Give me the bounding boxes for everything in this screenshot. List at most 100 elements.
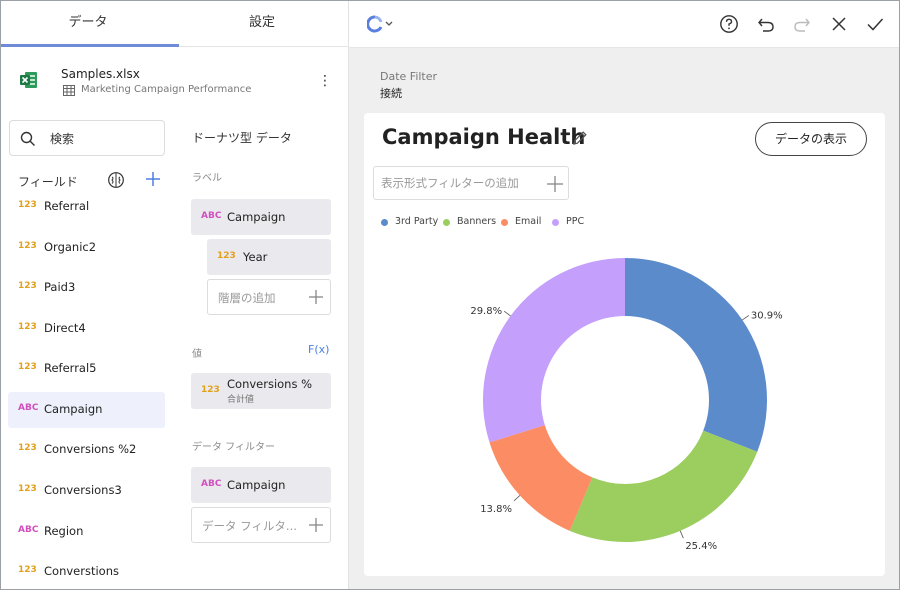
check-icon[interactable] <box>865 14 885 34</box>
label-chip-year[interactable]: 123 Year <box>207 239 331 275</box>
value-section-heading: 値 <box>192 349 202 360</box>
filter-chip-campaign[interactable]: ABC Campaign <box>191 467 331 503</box>
formula-button[interactable]: F(x) <box>308 343 329 356</box>
search-icon <box>20 131 35 146</box>
search-label: 検索 <box>50 132 75 146</box>
field-item-conversions3[interactable]: 123 Conversions3 <box>8 473 165 509</box>
add-data-filter-button[interactable]: データ フィルタ... <box>191 507 331 543</box>
label-chip-campaign[interactable]: ABC Campaign <box>191 199 331 235</box>
close-icon[interactable] <box>829 14 849 34</box>
aggregation-label: 合計値 <box>227 395 255 405</box>
add-field-icon[interactable] <box>144 170 162 188</box>
text-type-icon: ABC <box>201 211 222 221</box>
add-hierarchy-button[interactable]: 階層の追加 <box>207 279 331 315</box>
search-input[interactable]: 検索 <box>9 120 165 156</box>
legend-swatch <box>501 219 508 226</box>
excel-icon <box>20 72 37 88</box>
slice-leader-line <box>679 530 684 539</box>
add-visual-filter-label: 表示形式フィルターの追加 <box>381 176 519 190</box>
more-options-icon[interactable]: ⋮ <box>317 72 333 90</box>
donut-slice-3rd-party[interactable] <box>625 258 767 452</box>
field-item-campaign[interactable]: ABC Campaign <box>8 392 165 428</box>
field-label: Direct4 <box>44 321 86 335</box>
field-item-region[interactable]: ABC Region <box>8 514 165 550</box>
field-label: Region <box>44 524 84 538</box>
app-window: データ 設定 Samples.xlsx Marketing Campaign P… <box>0 0 900 590</box>
brain-icon[interactable] <box>107 171 125 189</box>
legend-label: Email <box>515 216 542 227</box>
data-source-header: Samples.xlsx Marketing Campaign Performa… <box>1 48 349 110</box>
field-item-direct4[interactable]: 123 Direct4 <box>8 311 165 347</box>
field-label: Conversions %2 <box>44 442 137 456</box>
number-type-icon: 123 <box>18 362 37 372</box>
add-filter-label: データ フィルタ... <box>202 519 297 533</box>
show-data-button[interactable]: データの表示 <box>755 122 867 156</box>
field-item-converstions[interactable]: 123 Converstions <box>8 554 165 589</box>
edit-title-icon[interactable] <box>571 129 589 147</box>
field-label: Paid3 <box>44 280 76 294</box>
slice-data-label: 25.4% <box>685 541 717 552</box>
panel-tabs: データ 設定 <box>1 1 349 47</box>
field-label: Organic2 <box>44 240 97 254</box>
legend-label: PPC <box>566 216 585 227</box>
field-item-referral5[interactable]: 123 Referral5 <box>8 351 165 387</box>
legend-swatch <box>381 219 388 226</box>
slice-leader-line <box>513 495 521 502</box>
visualization-title[interactable]: Campaign Health <box>382 125 585 149</box>
slice-data-label: 30.9% <box>751 310 783 321</box>
add-hierarchy-label: 階層の追加 <box>218 291 276 305</box>
chip-label: Campaign <box>227 478 286 492</box>
slice-leader-line <box>503 310 511 317</box>
slice-data-label: 13.8% <box>480 504 512 515</box>
undo-icon[interactable] <box>756 14 776 34</box>
field-label: Conversions3 <box>44 483 122 497</box>
plus-icon <box>309 290 323 304</box>
number-type-icon: 123 <box>217 251 236 261</box>
number-type-icon: 123 <box>18 241 37 251</box>
tab-settings[interactable]: 設定 <box>175 1 349 47</box>
field-item-conversions-2[interactable]: 123 Conversions %2 <box>8 432 165 468</box>
date-filter-value[interactable]: 接続 <box>380 85 402 101</box>
plus-icon <box>547 176 563 192</box>
donut-slice-banners[interactable] <box>569 430 758 542</box>
help-icon[interactable] <box>719 14 739 34</box>
top-toolbar <box>349 1 899 48</box>
number-type-icon: 123 <box>18 565 37 575</box>
legend-swatch <box>552 219 559 226</box>
chart-type-title: ドーナツ型 データ <box>192 131 292 145</box>
donut-slice-ppc[interactable] <box>483 258 625 443</box>
text-type-icon: ABC <box>201 479 222 489</box>
field-label: Converstions <box>44 564 119 578</box>
visualization-area: Date Filter 接続 Campaign Health データの表示 表示… <box>349 1 899 589</box>
field-item-paid3[interactable]: 123 Paid3 <box>8 270 165 306</box>
field-label: Referral5 <box>44 361 97 375</box>
date-filter-label[interactable]: Date Filter <box>380 70 437 83</box>
add-visual-filter-button[interactable]: 表示形式フィルターの追加 <box>373 166 569 200</box>
slice-leader-line <box>742 315 750 321</box>
legend-label: 3rd Party <box>395 216 439 227</box>
visualization-type-icon[interactable] <box>367 15 395 33</box>
text-type-icon: ABC <box>18 525 39 535</box>
number-type-icon: 123 <box>18 322 37 332</box>
plus-icon <box>309 518 323 532</box>
data-editor-panel: データ 設定 Samples.xlsx Marketing Campaign P… <box>1 1 349 589</box>
file-name: Samples.xlsx <box>61 67 140 81</box>
sheet-name: Marketing Campaign Performance <box>81 84 252 95</box>
table-icon <box>63 85 75 96</box>
redo-icon[interactable] <box>792 14 812 34</box>
value-chip-conversions[interactable]: 123 Conversions % 合計値 <box>191 373 331 409</box>
number-type-icon: 123 <box>18 200 37 210</box>
text-type-icon: ABC <box>18 403 39 413</box>
number-type-icon: 123 <box>18 484 37 494</box>
field-item-organic2[interactable]: 123 Organic2 <box>8 230 165 266</box>
number-type-icon: 123 <box>18 281 37 291</box>
chip-label: Year <box>243 250 268 264</box>
chart-config-column: ドーナツ型 データ ラベル ABC Campaign 123 Year 階層の追… <box>175 111 349 589</box>
chip-label: Campaign <box>227 210 286 224</box>
number-type-icon: 123 <box>201 385 220 395</box>
filter-section-heading: データ フィルター <box>192 442 275 453</box>
fields-column: 検索 フィールド 123 Referral 123 Organic2 123 P… <box>1 111 175 589</box>
tab-data[interactable]: データ <box>1 1 175 47</box>
field-item-referral[interactable]: 123 Referral <box>8 189 165 225</box>
slice-data-label: 29.8% <box>470 306 502 317</box>
